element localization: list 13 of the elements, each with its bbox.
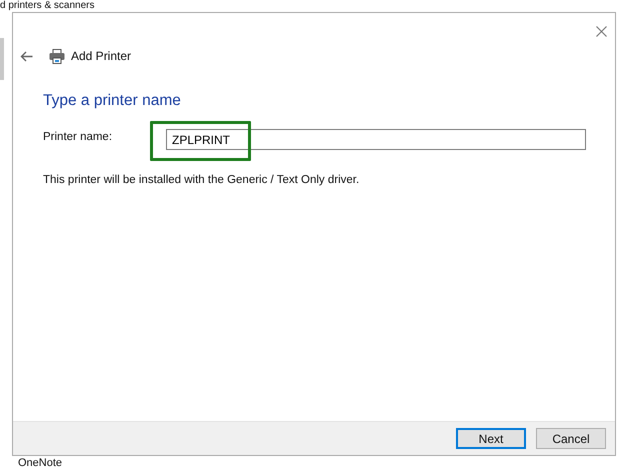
window-title: Add Printer: [71, 49, 132, 63]
scrollbar-thumb[interactable]: [0, 38, 4, 80]
field-label: Printer name:: [43, 130, 114, 142]
list-item: OneNote: [18, 457, 62, 470]
back-arrow-icon[interactable]: [20, 50, 33, 62]
page-title: d printers & scanners: [0, 0, 94, 11]
driver-note: This printer will be installed with the Generic / Text Only driver.: [43, 174, 360, 186]
printer-icon: [49, 48, 65, 64]
page-heading: Type a printer name: [43, 92, 182, 110]
close-icon[interactable]: [596, 26, 607, 37]
printer-name-field[interactable]: ZPLPRINT: [166, 129, 586, 150]
dialog-button[interactable]: Next: [456, 428, 526, 449]
dialog-button[interactable]: Cancel: [536, 428, 606, 449]
